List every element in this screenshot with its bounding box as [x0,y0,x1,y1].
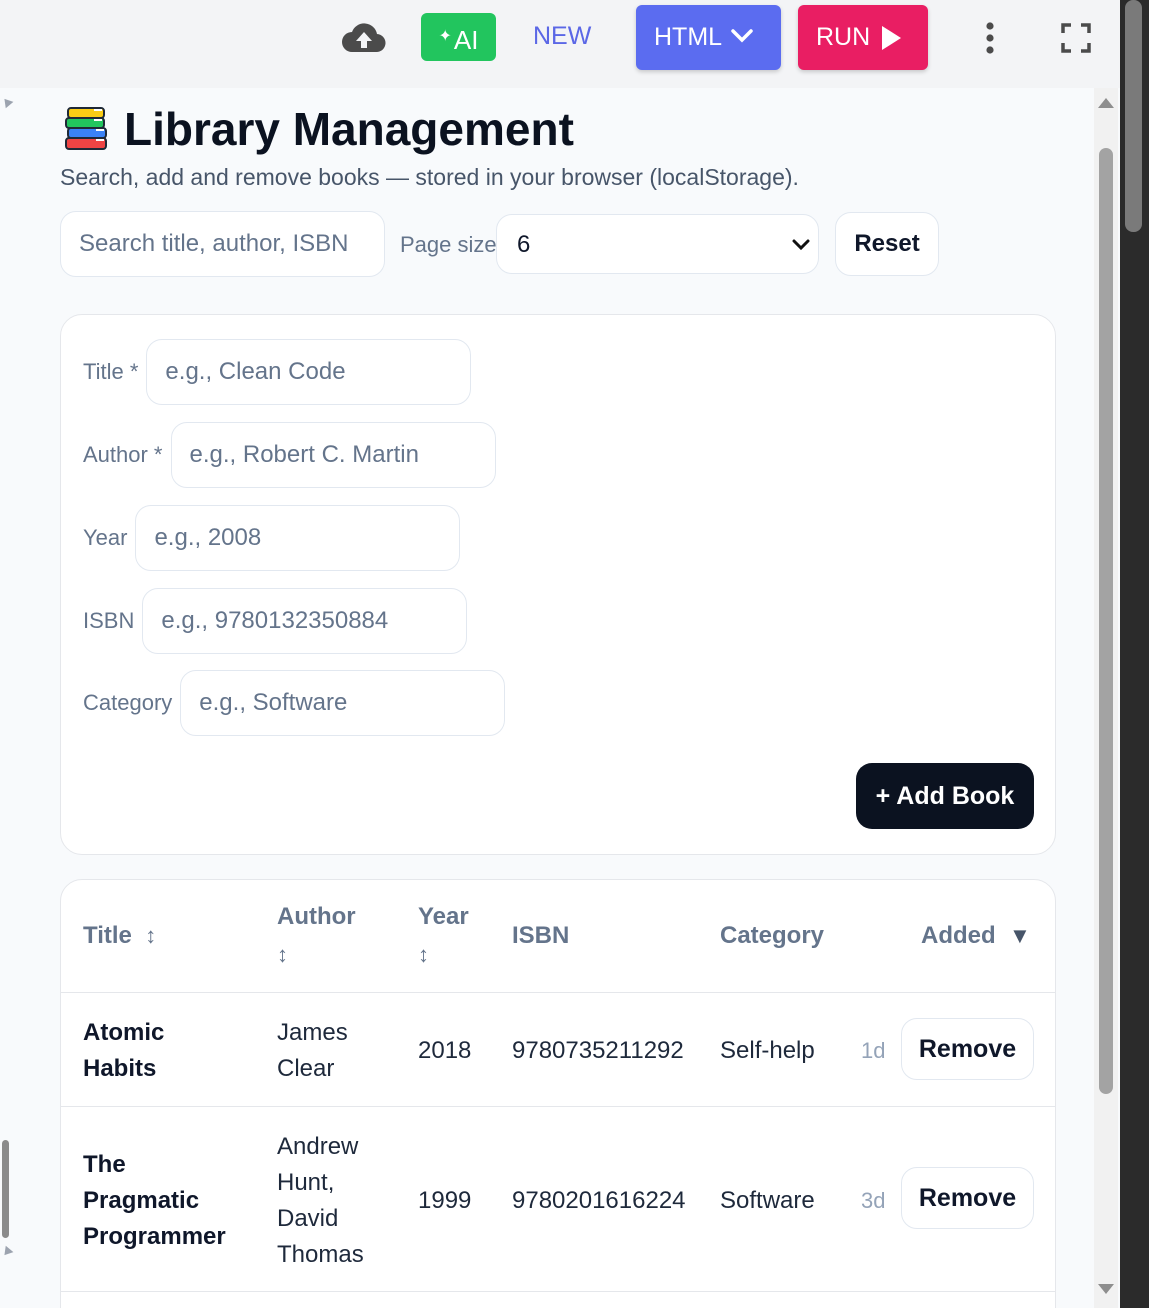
books-icon [64,105,110,153]
books-table: Title ↕ Author ↕ Year ↕ ISBN Category Ad… [60,879,1056,1308]
book-added-cell: 1d [861,1038,886,1063]
book-year-cell: 1999 [418,1187,472,1214]
author-column-header[interactable]: Author ↕ [277,898,356,974]
isbn-label: ISBN [83,608,135,633]
book-title-cell: Atomic Habits [83,1019,165,1082]
reset-button[interactable]: Reset [835,212,939,276]
outer-scrollbar-thumb[interactable] [1125,0,1142,232]
year-field[interactable] [135,505,461,571]
page-subtitle: Search, add and remove books — stored in… [60,164,799,190]
sort-icon: ↕ [277,942,288,967]
page-size-value: 6 [517,231,531,258]
chevron-down-icon [731,29,753,43]
book-author-cell: James Clear [277,1019,348,1082]
new-button[interactable]: NEW [533,22,591,51]
book-category-cell: Software [720,1187,815,1214]
book-isbn-cell: 9780735211292 [512,1037,684,1064]
sparkle-icon: ✦ [438,28,452,45]
cloud-upload-icon[interactable] [340,18,388,58]
category-column-header: Category [720,922,825,949]
search-input[interactable] [60,211,385,277]
page-title: Library Management [64,102,574,156]
editor-toolbar: ✦AI NEW HTML RUN [0,0,1122,88]
add-book-button[interactable]: + Add Book [856,763,1034,829]
sort-icon: ↕ [145,923,157,948]
fullscreen-icon[interactable] [1060,22,1092,54]
preview-pane: Library Management Search, add and remov… [0,88,1120,1308]
book-added-cell: 3d [861,1188,886,1213]
year-label: Year [83,525,128,550]
table-row: The Pragmatic Programmer Andrew Hunt, Da… [61,1107,1055,1292]
html-language-button[interactable]: HTML [636,5,781,70]
title-column-header[interactable]: Title ↕ [83,917,156,955]
remove-button[interactable]: Remove [901,1018,1034,1080]
more-vertical-icon[interactable] [978,18,1002,58]
left-scrollbar-thumb[interactable] [2,1140,9,1238]
title-row: Title * [83,339,472,405]
add-book-form: Title * Author * Year ISBN Category + Ad… [60,314,1056,855]
table-row: Atomic Habits James Clear 2018 978073521… [61,993,1055,1107]
preview-scrollbar[interactable] [1094,88,1118,1308]
left-scroll-up-icon [0,95,14,109]
title-field[interactable] [146,339,472,405]
author-field[interactable] [170,422,496,488]
author-row: Author * [83,422,496,488]
book-category-cell: Self-help [720,1037,815,1064]
category-field[interactable] [180,670,506,736]
sort-icon: ↕ [418,942,429,967]
isbn-row: ISBN [83,588,468,654]
book-author-cell: Andrew Hunt, David Thomas [277,1133,364,1268]
isbn-column-header: ISBN [512,922,570,949]
outer-scrollbar[interactable] [1120,0,1149,1308]
remove-button[interactable]: Remove [901,1167,1034,1229]
added-column-header[interactable]: Added ▼ [921,917,1031,955]
book-isbn-cell: 9780201616224 [512,1187,686,1214]
scroll-down-arrow-icon[interactable] [1098,1284,1114,1294]
book-year-cell: 2018 [418,1037,472,1064]
page-size-label: Page size [400,232,497,257]
category-label: Category [83,690,173,715]
sort-desc-icon: ▼ [1009,923,1031,948]
year-row: Year [83,505,461,571]
isbn-field[interactable] [142,588,468,654]
book-title-cell: The Pragmatic Programmer [83,1151,226,1250]
chevron-down-icon [792,239,810,251]
ai-button[interactable]: ✦AI [421,13,496,61]
scroll-up-arrow-icon[interactable] [1098,98,1114,108]
title-label: Title * [83,359,139,384]
play-icon [882,26,901,50]
category-row: Category [83,670,506,736]
page-size-select[interactable]: 6 [496,214,819,274]
year-column-header[interactable]: Year ↕ [418,898,469,974]
left-scroll-down-icon [0,1245,14,1259]
author-label: Author * [83,442,163,467]
table-header: Title ↕ Author ↕ Year ↕ ISBN Category Ad… [61,880,1055,993]
run-button[interactable]: RUN [798,5,928,70]
scrollbar-thumb[interactable] [1099,148,1113,1094]
